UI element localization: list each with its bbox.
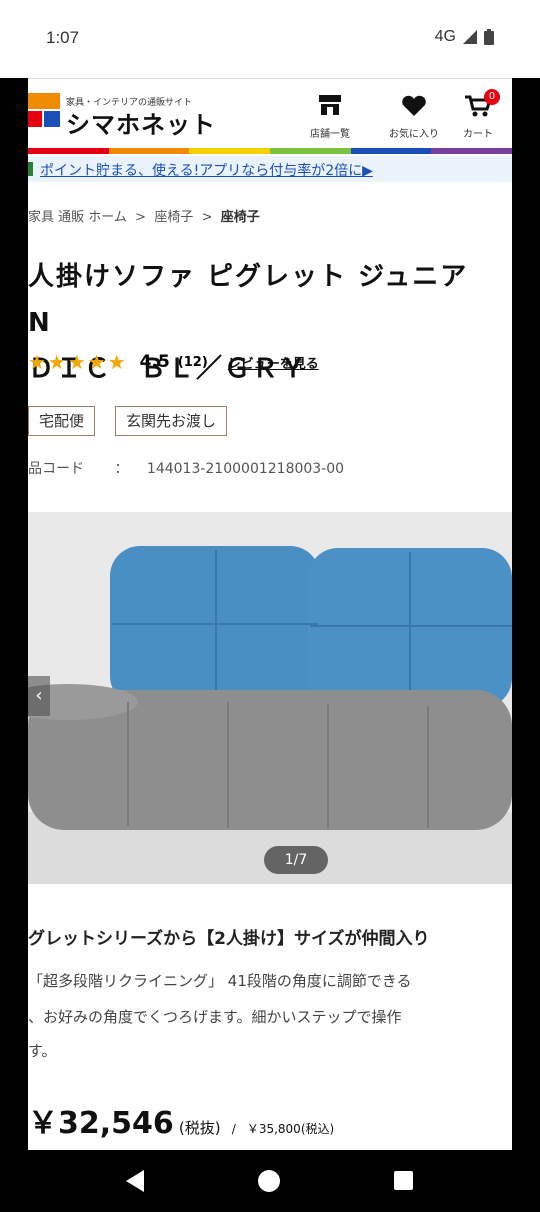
cart-label: カート	[463, 129, 493, 140]
signal-icon	[463, 30, 477, 44]
product-price: ￥32,546 (税抜) / ￥35,800(税込)	[28, 1098, 334, 1142]
product-image-carousel[interactable]: ‹ 1/7	[28, 512, 512, 884]
heart-icon	[402, 95, 426, 116]
breadcrumb-separator: >	[135, 210, 147, 225]
delivery-tag: 宅配便	[28, 406, 96, 436]
status-bar: 1:07 4G	[0, 0, 540, 78]
status-time: 1:07	[46, 28, 80, 47]
carousel-prev-button[interactable]: ‹	[28, 676, 50, 716]
product-code-value: 144013-2100001218003-00	[146, 461, 345, 477]
product-rating: ★★★★★ 4.5 (12) レビューを見る	[28, 350, 319, 374]
store-icon	[319, 95, 341, 115]
rainbow-divider	[28, 148, 512, 154]
review-count: (12)	[177, 354, 208, 370]
image-counter: 1/7	[264, 846, 328, 874]
breadcrumb: 家具 通販 ホーム > 座椅子 > 座椅子	[28, 206, 260, 225]
back-icon[interactable]	[120, 1168, 150, 1194]
product-code: 品コード ： 144013-2100001218003-00	[28, 458, 344, 478]
view-reviews-link[interactable]: レビューを見る	[228, 353, 319, 372]
promo-mark	[28, 162, 33, 176]
android-nav-bar	[0, 1150, 540, 1212]
product-title-line1: 人掛けソファ ピグレット ジュニア N	[28, 262, 497, 338]
price-main: ￥32,546	[28, 1106, 174, 1141]
site-logo[interactable]: シマホネット	[66, 105, 216, 140]
favorites-label: お気に入り	[389, 129, 439, 140]
app-promo-link[interactable]: ポイント貯まる、使える!アプリなら付与率が2倍に▶	[40, 160, 373, 180]
breadcrumb-current: 座椅子	[220, 210, 260, 225]
app-promo-banner[interactable]: ポイント貯まる、使える!アプリなら付与率が2倍に▶	[28, 156, 512, 182]
handover-tag: 玄関先お渡し	[115, 406, 228, 436]
price-tax-note: (税抜)	[178, 1119, 221, 1137]
logo-mark-icon[interactable]	[28, 93, 60, 127]
description-line: す。	[28, 1042, 57, 1060]
battery-icon	[484, 29, 494, 45]
product-code-label: 品コード	[28, 461, 84, 477]
price-slash: /	[231, 1122, 236, 1136]
breadcrumb-separator: >	[201, 210, 213, 225]
description-line: 、お好みの角度でくつろげます。細かいステップで操作	[28, 1008, 402, 1026]
breadcrumb-home[interactable]: 家具 通販 ホーム	[28, 210, 127, 225]
breadcrumb-category[interactable]: 座椅子	[154, 210, 193, 225]
price-incl-tax: ￥35,800(税込)	[246, 1122, 335, 1136]
description-title: グレットシリーズから【2人掛け】サイズが仲間入り	[28, 929, 430, 949]
description-line: 「超多段階リクライニング」 41段階の角度に調節できる	[28, 972, 412, 990]
status-indicators: 4G	[435, 28, 494, 46]
store-list-button[interactable]: 店舗一覧	[300, 95, 360, 140]
network-type: 4G	[434, 28, 456, 45]
store-list-label: 店舗一覧	[310, 129, 350, 140]
sofa-image	[28, 512, 512, 884]
cart-count-badge: 0	[484, 89, 500, 105]
rating-value: 4.5	[139, 352, 170, 372]
site-header: 家具・インテリアの通販サイト シマホネット 店舗一覧 お気に入り 0 カート	[28, 78, 512, 149]
home-icon[interactable]	[254, 1168, 284, 1194]
rating-stars: ★★★★★	[28, 350, 128, 374]
product-code-separator: ：	[114, 461, 129, 477]
browser-viewport: 家具・インテリアの通販サイト シマホネット 店舗一覧 お気に入り 0 カート ポ…	[28, 78, 512, 1150]
cart-button[interactable]: 0 カート	[448, 89, 508, 140]
recents-icon[interactable]	[388, 1168, 418, 1194]
favorites-button[interactable]: お気に入り	[384, 95, 444, 140]
